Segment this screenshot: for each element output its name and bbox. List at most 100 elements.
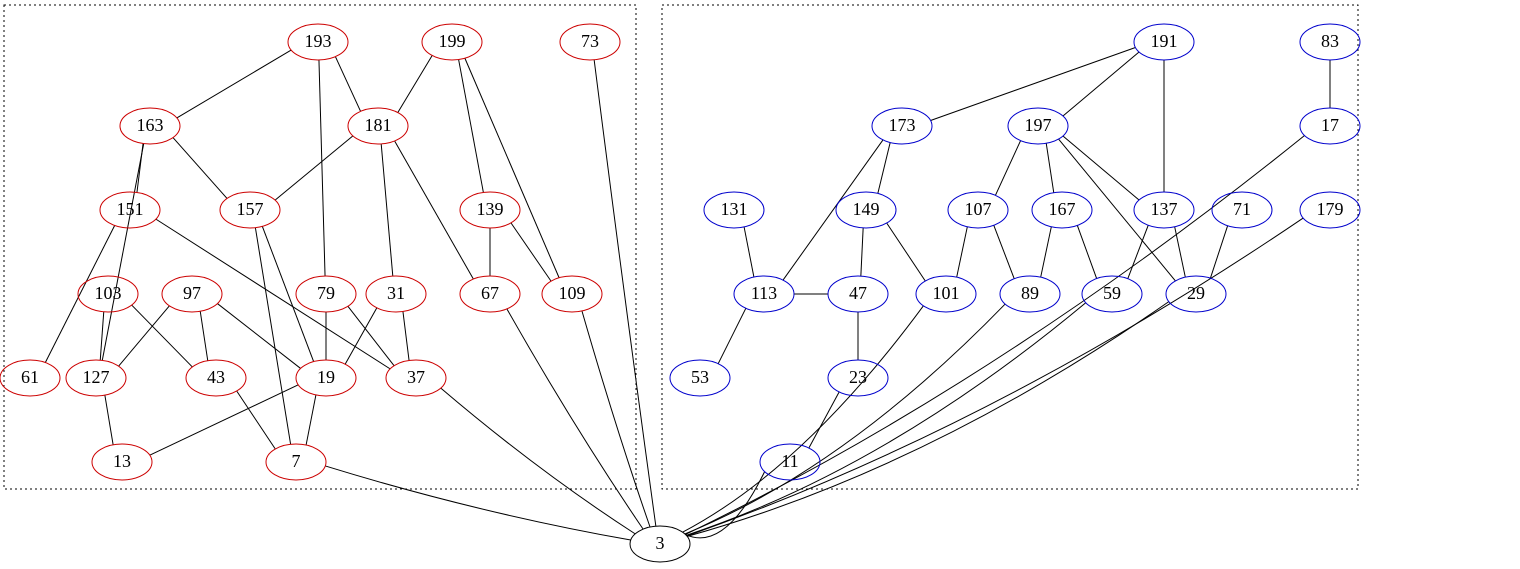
graph-edge — [325, 466, 630, 540]
graph-edge — [809, 392, 839, 448]
graph-edge — [200, 311, 208, 360]
node-label: 139 — [477, 199, 504, 219]
graph-edge — [102, 144, 143, 361]
graph-edge — [403, 312, 409, 361]
graph-node: 197 — [1008, 108, 1068, 144]
graph-node: 167 — [1032, 192, 1092, 228]
graph-edge — [255, 228, 290, 445]
node-label: 47 — [849, 283, 867, 303]
node-label: 149 — [853, 199, 880, 219]
graph-edge — [319, 60, 325, 276]
node-label: 179 — [1317, 199, 1344, 219]
edges-group — [45, 47, 1330, 540]
nodes-group: 1931997316318115115713910397793167109611… — [0, 24, 1360, 562]
node-label: 163 — [137, 115, 164, 135]
graph-node: 61 — [0, 360, 60, 396]
node-label: 109 — [559, 283, 586, 303]
graph-node: 67 — [460, 276, 520, 312]
graph-node: 97 — [162, 276, 222, 312]
graph-edge — [685, 472, 764, 538]
graph-edge — [173, 138, 227, 199]
graph-edge — [1128, 225, 1148, 278]
cluster-box — [662, 5, 1358, 489]
graph-edge — [441, 388, 635, 534]
node-label: 43 — [207, 367, 225, 387]
graph-node: 127 — [66, 360, 126, 396]
graph-node: 113 — [734, 276, 794, 312]
node-label: 193 — [305, 31, 332, 51]
node-label: 61 — [21, 367, 39, 387]
graph-edge — [1210, 226, 1227, 278]
node-label: 113 — [751, 283, 777, 303]
graph-node: 103 — [78, 276, 138, 312]
graph-edge — [217, 304, 300, 369]
graph-node: 137 — [1134, 192, 1194, 228]
node-label: 131 — [721, 199, 748, 219]
graph-node: 181 — [348, 108, 408, 144]
graph-node: 29 — [1166, 276, 1226, 312]
graph-edge — [381, 144, 393, 276]
graph-edge — [1063, 52, 1139, 116]
node-label: 13 — [113, 451, 131, 471]
graph-node: 11 — [760, 444, 820, 480]
graph-node: 47 — [828, 276, 888, 312]
node-label: 137 — [1151, 199, 1178, 219]
node-label: 3 — [656, 533, 665, 553]
graph-edge — [687, 218, 1303, 536]
graph-edge — [511, 223, 551, 281]
cluster-box — [4, 5, 636, 489]
graph-edge — [685, 304, 1005, 534]
node-label: 181 — [365, 115, 392, 135]
graph-edge — [1041, 227, 1052, 277]
node-label: 59 — [1103, 283, 1121, 303]
node-label: 73 — [581, 31, 599, 51]
graph-edge — [306, 395, 316, 445]
graph-edge — [861, 228, 863, 276]
node-label: 11 — [781, 451, 798, 471]
graph-edge — [931, 47, 1136, 120]
graph-edge — [345, 308, 377, 364]
node-label: 19 — [317, 367, 335, 387]
graph-node: 23 — [828, 360, 888, 396]
graph-edge — [582, 311, 650, 527]
graph-node: 149 — [836, 192, 896, 228]
graph-node: 107 — [948, 192, 1008, 228]
node-label: 29 — [1187, 283, 1205, 303]
graph-edge — [957, 227, 968, 277]
graph-node: 193 — [288, 24, 348, 60]
graph-edge — [718, 308, 746, 363]
node-label: 151 — [117, 199, 144, 219]
graph-node: 157 — [220, 192, 280, 228]
node-label: 103 — [95, 283, 122, 303]
graph-edge — [177, 50, 291, 118]
graph-edge — [275, 136, 353, 200]
graph-node: 31 — [366, 276, 426, 312]
graph-node: 3 — [630, 526, 690, 562]
node-label: 53 — [691, 367, 709, 387]
node-label: 173 — [889, 115, 916, 135]
graph-edge — [335, 57, 360, 112]
graph-node: 131 — [704, 192, 764, 228]
graph-node: 83 — [1300, 24, 1360, 60]
graph-node: 101 — [916, 276, 976, 312]
graph-edge — [459, 60, 484, 193]
graph-node: 7 — [266, 444, 326, 480]
graph-edge — [995, 141, 1020, 196]
graph-edge — [887, 223, 926, 281]
graph-edge — [878, 143, 890, 194]
node-label: 83 — [1321, 31, 1339, 51]
graph-node: 79 — [296, 276, 356, 312]
node-label: 37 — [407, 367, 425, 387]
graph-edge — [105, 395, 113, 445]
graph-node: 17 — [1300, 108, 1360, 144]
node-label: 101 — [933, 283, 960, 303]
graph-node: 151 — [100, 192, 160, 228]
graph-node: 139 — [460, 192, 520, 228]
node-label: 157 — [237, 199, 264, 219]
graph-edge — [507, 309, 643, 529]
node-label: 89 — [1021, 283, 1039, 303]
graph-node: 109 — [542, 276, 602, 312]
node-label: 197 — [1025, 115, 1052, 135]
graph-edge — [686, 303, 1085, 536]
graph-node: 43 — [186, 360, 246, 396]
